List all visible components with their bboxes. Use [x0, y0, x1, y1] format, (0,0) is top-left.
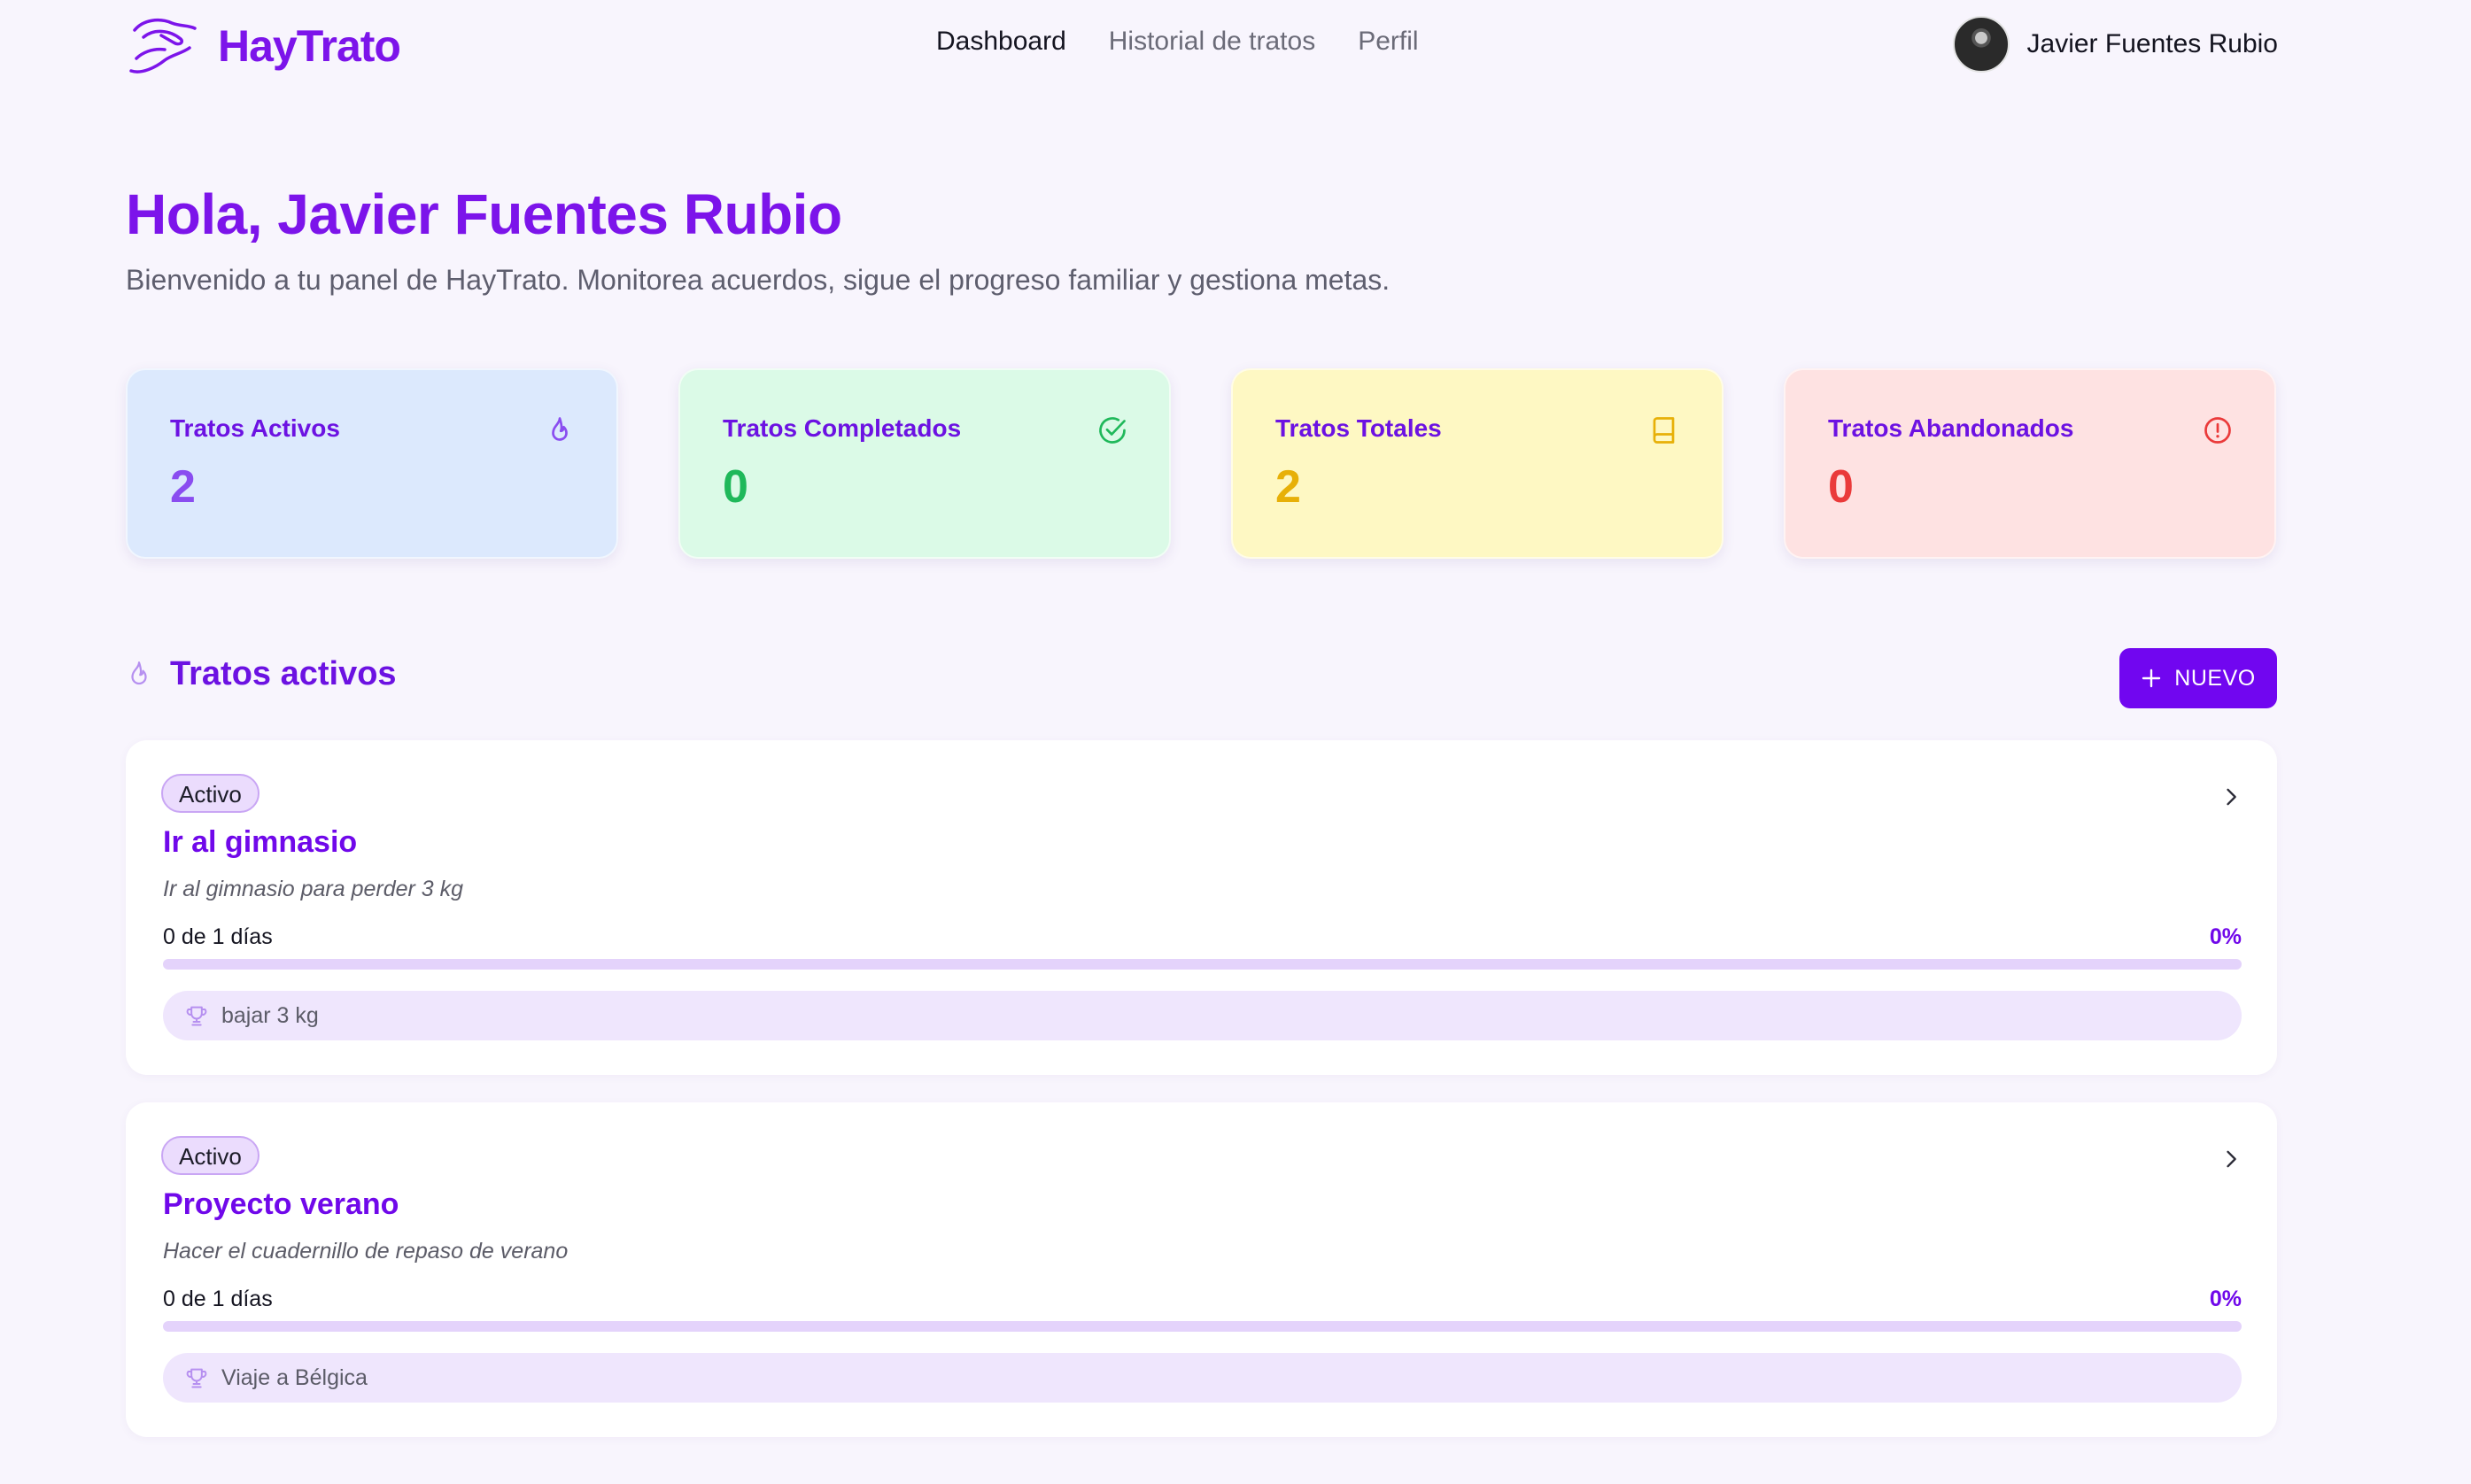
- deal-card[interactable]: Activo Ir al gimnasio Ir al gimnasio par…: [126, 740, 2277, 1075]
- plus-icon: [2142, 669, 2161, 688]
- flame-icon: [552, 417, 568, 441]
- deal-progress-percent: 0%: [2209, 1287, 2242, 1311]
- user-name: Javier Fuentes Rubio: [2026, 29, 2278, 58]
- new-deal-button[interactable]: NUEVO: [2119, 648, 2277, 708]
- nav-historial[interactable]: Historial de tratos: [1109, 27, 1315, 57]
- check-circle-icon: [1099, 417, 1126, 444]
- deal-progress-text: 0 de 1 días: [163, 1287, 273, 1311]
- deal-goal-text: Viaje a Bélgica: [221, 1364, 368, 1390]
- stat-value: 2: [1275, 461, 1301, 513]
- avatar[interactable]: [1952, 16, 2010, 73]
- main-nav: Dashboard Historial de tratos Perfil: [936, 27, 1419, 57]
- progress-bar: [163, 959, 2242, 970]
- stat-label: Tratos Completados: [723, 414, 962, 442]
- deal-goal: bajar 3 kg: [163, 991, 2242, 1040]
- trophy-icon: [186, 1368, 207, 1388]
- deal-progress-text: 0 de 1 días: [163, 924, 273, 949]
- status-badge: Activo: [161, 774, 259, 813]
- deal-description: Hacer el cuadernillo de repaso de verano: [163, 1239, 569, 1264]
- book-icon: [1653, 417, 1675, 444]
- trophy-icon: [186, 1006, 207, 1026]
- stat-card-totales: Tratos Totales 2: [1231, 368, 1724, 559]
- alert-circle-icon: [2204, 417, 2231, 444]
- stat-label: Tratos Abandonados: [1828, 414, 2074, 442]
- chevron-right-icon[interactable]: [2219, 785, 2243, 809]
- deal-goal: Viaje a Bélgica: [163, 1353, 2242, 1403]
- stat-card-completados: Tratos Completados 0: [678, 368, 1171, 559]
- deal-title[interactable]: Ir al gimnasio: [163, 825, 357, 860]
- deal-title[interactable]: Proyecto verano: [163, 1187, 399, 1222]
- page-subtitle: Bienvenido a tu panel de HayTrato. Monit…: [126, 264, 1390, 296]
- nav-perfil[interactable]: Perfil: [1358, 27, 1418, 57]
- chevron-right-icon[interactable]: [2219, 1147, 2243, 1171]
- stat-label: Tratos Activos: [170, 414, 340, 442]
- stat-card-abandonados: Tratos Abandonados 0: [1784, 368, 2276, 559]
- section-header: Tratos activos: [126, 655, 397, 693]
- stat-value: 0: [723, 461, 748, 513]
- handshake-logo-icon: [129, 18, 197, 73]
- nav-dashboard[interactable]: Dashboard: [936, 27, 1066, 57]
- deal-card[interactable]: Activo Proyecto verano Hacer el cuaderni…: [126, 1102, 2277, 1437]
- stat-card-activos: Tratos Activos 2: [126, 368, 618, 559]
- status-badge: Activo: [161, 1136, 259, 1175]
- page-title: Hola, Javier Fuentes Rubio: [126, 182, 842, 246]
- section-title: Tratos activos: [170, 655, 397, 692]
- brand-logo[interactable]: HayTrato: [126, 12, 401, 80]
- top-header: HayTrato Dashboard Historial de tratos P…: [126, 0, 2278, 92]
- deal-goal-text: bajar 3 kg: [221, 1002, 319, 1028]
- progress-bar: [163, 1321, 2242, 1332]
- stat-label: Tratos Totales: [1275, 414, 1442, 442]
- flame-icon: [131, 661, 147, 684]
- stat-value: 2: [170, 461, 196, 513]
- deal-progress-percent: 0%: [2209, 924, 2242, 949]
- brand-name: HayTrato: [218, 21, 401, 71]
- stat-value: 0: [1828, 461, 1854, 513]
- new-deal-button-label: NUEVO: [2174, 665, 2256, 691]
- deal-description: Ir al gimnasio para perder 3 kg: [163, 877, 464, 901]
- user-menu[interactable]: Javier Fuentes Rubio: [1952, 16, 2278, 73]
